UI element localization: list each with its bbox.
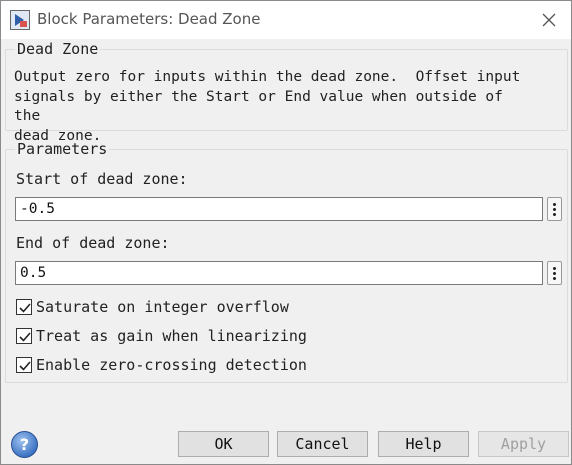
parameters-heading: Parameters <box>15 140 110 158</box>
kebab-dot <box>553 271 556 275</box>
kebab-dot <box>553 276 556 280</box>
zero-crossing-label: Enable zero-crossing detection <box>36 356 307 374</box>
description-text: Output zero for inputs within the dead z… <box>14 69 521 144</box>
ok-button[interactable]: OK <box>178 431 269 457</box>
start-dead-zone-label: Start of dead zone: <box>16 170 188 188</box>
treat-as-gain-label: Treat as gain when linearizing <box>36 327 307 345</box>
apply-button[interactable]: Apply <box>478 431 569 457</box>
treat-as-gain-checkbox[interactable] <box>16 328 32 344</box>
checkmark-icon <box>19 303 31 313</box>
help-button[interactable]: Help <box>378 431 469 457</box>
checkmark-icon <box>19 332 31 342</box>
saturate-label: Saturate on integer overflow <box>36 298 289 316</box>
end-dead-zone-menu-button[interactable] <box>547 261 562 285</box>
zero-crossing-checkbox-row[interactable]: Enable zero-crossing detection <box>16 355 307 375</box>
end-dead-zone-input[interactable] <box>15 261 543 285</box>
saturate-checkbox[interactable] <box>16 299 32 315</box>
dialog-window: Block Parameters: Dead Zone Dead Zone Ou… <box>0 0 572 465</box>
gain-checkbox-row[interactable]: Treat as gain when linearizing <box>16 326 307 346</box>
saturate-checkbox-row[interactable]: Saturate on integer overflow <box>16 297 289 317</box>
description-group: Dead Zone Output zero for inputs within … <box>5 40 568 144</box>
end-dead-zone-label: End of dead zone: <box>16 234 170 252</box>
cancel-button[interactable]: Cancel <box>277 431 368 457</box>
close-icon[interactable] <box>539 10 559 30</box>
title-bar: Block Parameters: Dead Zone <box>1 1 571 39</box>
help-icon[interactable]: ? <box>11 431 38 458</box>
kebab-dot <box>553 212 556 216</box>
window-title: Block Parameters: Dead Zone <box>37 10 261 28</box>
kebab-dot <box>553 207 556 211</box>
start-dead-zone-input[interactable] <box>15 197 543 221</box>
parameters-group: Parameters Start of dead zone: End of de… <box>5 140 568 383</box>
simulink-block-icon <box>10 10 30 30</box>
checkmark-icon <box>19 361 31 371</box>
description-heading: Dead Zone <box>15 40 101 58</box>
kebab-dot <box>553 202 556 206</box>
kebab-dot <box>553 266 556 270</box>
start-dead-zone-menu-button[interactable] <box>547 197 562 221</box>
zero-crossing-checkbox[interactable] <box>16 357 32 373</box>
